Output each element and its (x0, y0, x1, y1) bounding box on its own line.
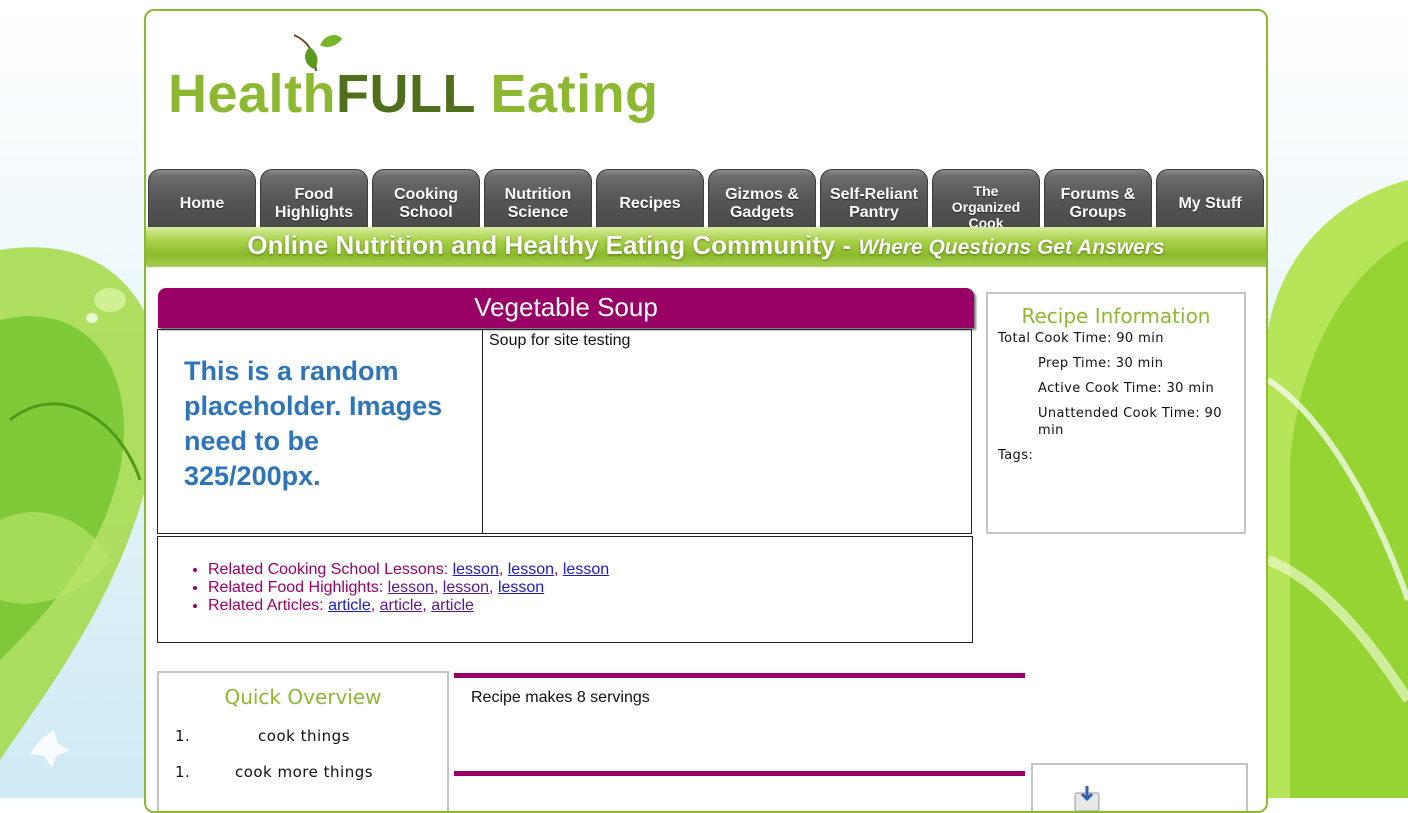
related-label: Related Cooking School Lessons: (208, 561, 453, 578)
related-highlights: Related Food Highlights: lesson, lesson,… (208, 579, 972, 597)
tab-forums-groups[interactable]: Forums & Groups (1044, 169, 1152, 227)
lesson-link[interactable]: lesson (508, 561, 554, 578)
tools-panel (1031, 763, 1248, 811)
recipe-information-panel: Recipe Information Total Cook Time: 90 m… (986, 292, 1246, 534)
lesson-link[interactable]: lesson (563, 561, 609, 578)
separator: , (489, 579, 498, 596)
tab-self-reliant-pantry[interactable]: Self-Reliant Pantry (820, 169, 928, 227)
tab-nutrition-science[interactable]: Nutrition Science (484, 169, 592, 227)
related-label: Related Food Highlights: (208, 579, 388, 596)
highlight-link[interactable]: lesson (498, 579, 544, 596)
tab-label: Gizmos & (725, 185, 799, 203)
recipe-description: Soup for site testing (483, 329, 972, 534)
separator: , (498, 561, 508, 578)
related-label: Related Articles: (208, 597, 329, 614)
tab-label: Recipes (619, 194, 681, 212)
logo-full: FULL (336, 64, 476, 124)
tab-label: Cooking (394, 185, 458, 203)
tagline-main: Online Nutrition and Healthy Eating Comm… (247, 230, 859, 260)
related-articles: Related Articles: article, article, arti… (208, 597, 972, 615)
tab-label: Self-Reliant (829, 185, 918, 203)
related-lessons: Related Cooking School Lessons: lesson, … (208, 561, 972, 579)
step-text: cook more things (234, 763, 374, 781)
servings-text: Recipe makes 8 servings (471, 689, 650, 706)
tab-label: Groups (1069, 203, 1127, 221)
lesson-link[interactable]: lesson (453, 561, 499, 578)
separator: , (433, 579, 443, 596)
article-link[interactable]: article (431, 597, 474, 614)
article-link[interactable]: article (380, 597, 423, 614)
tags-label: Tags: (998, 448, 1034, 463)
recipe-image-placeholder: This is a random placeholder. Images nee… (157, 329, 483, 534)
tab-label: The (973, 182, 999, 199)
download-icon[interactable] (1073, 785, 1101, 811)
site-logo[interactable]: HealthFULL Eating (168, 63, 659, 125)
tagline-emphasis: Where Questions Get Answers (858, 236, 1165, 259)
tab-food-highlights[interactable]: Food Highlights (260, 169, 368, 227)
total-cook-time: Total Cook Time: 90 min (998, 331, 1164, 346)
tab-my-stuff[interactable]: My Stuff (1156, 169, 1264, 227)
overview-step: 1. cook more things (159, 763, 447, 799)
active-cook-time: Active Cook Time: 30 min (1038, 381, 1215, 396)
divider-line (454, 771, 1025, 776)
separator: , (370, 597, 380, 614)
highlight-link[interactable]: lesson (388, 579, 434, 596)
tab-label: Food (294, 185, 334, 203)
tab-label: Home (179, 194, 225, 212)
tab-gizmos-gadgets[interactable]: Gizmos & Gadgets (708, 169, 816, 227)
separator: , (422, 597, 432, 614)
recipe-info-heading: Recipe Information (1021, 304, 1211, 328)
page-container: HealthFULL Eating Home Food Highlights Co… (144, 9, 1268, 813)
tab-label: Nutrition (504, 185, 572, 203)
tab-home[interactable]: Home (148, 169, 256, 227)
tab-recipes[interactable]: Recipes (596, 169, 704, 227)
quick-overview-heading: Quick Overview (224, 685, 382, 709)
tab-label: Pantry (849, 203, 899, 221)
tab-label: Organized (951, 198, 1021, 215)
logo-health: Health (168, 64, 337, 124)
recipe-title: Vegetable Soup (158, 288, 974, 328)
article-link[interactable]: article (328, 597, 371, 614)
divider-line (454, 673, 1025, 678)
logo-eating: Eating (475, 64, 659, 124)
step-text: cook things (258, 727, 350, 745)
overview-step: 1. cook things (159, 727, 447, 763)
related-links: Related Cooking School Lessons: lesson, … (157, 536, 973, 643)
tab-organized-cook[interactable]: The Organized Cook (932, 169, 1040, 231)
tab-label: Gadgets (729, 203, 794, 221)
tab-label: Forums & (1060, 185, 1136, 203)
unattended-cook-time: Unattended Cook Time: 90 min (1038, 406, 1222, 438)
quick-overview-panel: Quick Overview 1. cook things 1. cook mo… (157, 671, 449, 811)
separator: , (553, 561, 563, 578)
tab-label: My Stuff (1178, 194, 1242, 212)
highlight-link[interactable]: lesson (443, 579, 489, 596)
tab-label: School (399, 203, 453, 221)
tagline-bar: Online Nutrition and Healthy Eating Comm… (146, 227, 1266, 267)
prep-time: Prep Time: 30 min (1038, 356, 1164, 371)
tab-label: Highlights (274, 203, 354, 221)
main-nav: Home Food Highlights Cooking School Nutrit… (146, 169, 1266, 231)
tab-label: Science (507, 203, 569, 221)
tab-cooking-school[interactable]: Cooking School (372, 169, 480, 227)
